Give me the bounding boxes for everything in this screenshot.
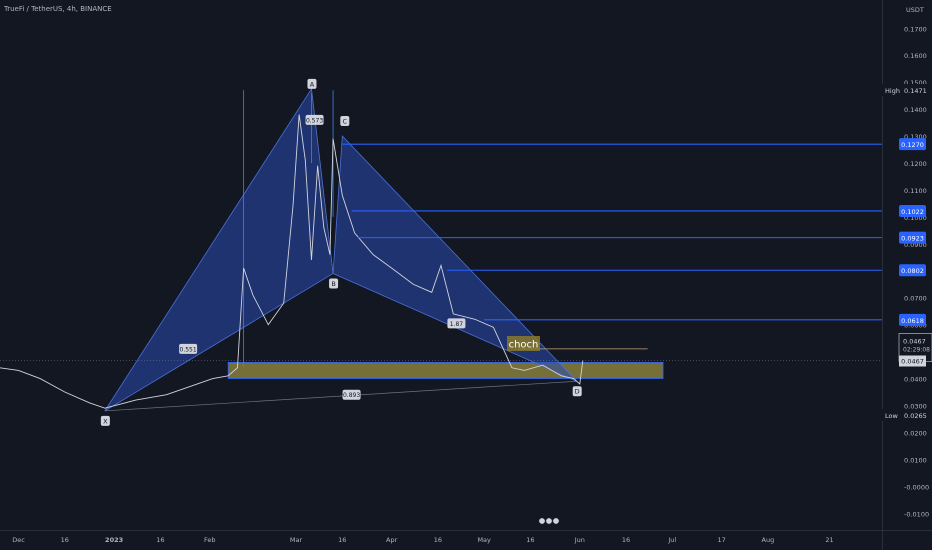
time-tick: Jun (574, 536, 585, 544)
pattern-point-label: A (310, 80, 315, 88)
price-tick: 0.1600 (904, 52, 927, 60)
price-tick: 0.0100 (904, 456, 927, 464)
event-icon (545, 517, 553, 525)
xd-leg (104, 380, 577, 412)
low-value: 0.0265 (904, 412, 927, 420)
time-tick: 16 (61, 536, 69, 544)
time-tick: May (477, 536, 491, 544)
time-tick: 16 (622, 536, 630, 544)
time-tick: 21 (825, 536, 833, 544)
ratio-label: 0.551 (180, 346, 197, 353)
price-tick: -0.0100 (904, 510, 929, 518)
ratio-label: 0.573 (306, 117, 323, 124)
time-tick: 16 (156, 536, 164, 544)
fib-level-label: 0.1022 (901, 208, 924, 216)
price-tick: 0.0200 (904, 429, 927, 437)
time-tick: 16 (338, 536, 346, 544)
time-tick: Dec (12, 536, 25, 544)
time-tick: 16 (434, 536, 442, 544)
price-tick: 0.1400 (904, 106, 927, 114)
fib-level-label: 0.0618 (901, 317, 924, 325)
time-tick: Feb (204, 536, 216, 544)
pattern-point-label: C (343, 118, 348, 126)
pattern-point-label: D (575, 388, 580, 396)
current-price-flag-label: 0.0467 (901, 357, 924, 365)
low-label: Low (885, 412, 898, 420)
ratio-label: 0.893 (343, 392, 360, 399)
fib-level-label: 0.1270 (901, 141, 924, 149)
demand-zone-box (227, 361, 664, 379)
time-tick: Jul (667, 536, 676, 544)
current-price-label: 0.0467 (903, 337, 926, 345)
price-chart[interactable]: choch X A B C D 0.573 0.551 1.87 0.893 0.1700 0.16… (0, 0, 932, 550)
time-tick: Apr (386, 536, 398, 544)
price-axis: 0.17000.16000.15000.14000.13000.12000.11… (904, 6, 929, 518)
fib-level-label: 0.0923 (901, 235, 924, 243)
event-icon (552, 517, 560, 525)
price-tick: 0.1700 (904, 25, 927, 33)
bcd-triangle (332, 135, 577, 382)
ratio-label: 1.87 (450, 321, 464, 328)
price-tick: 0.0400 (904, 376, 927, 384)
price-tick: 0.1200 (904, 160, 927, 168)
high-label: High (885, 87, 900, 95)
time-axis: Dec 16 2023 16 Feb Mar 16 Apr 16 May 16 Jun 16 Jul 17 A… (12, 536, 833, 544)
price-tick: 0.0700 (904, 295, 927, 303)
event-icon (538, 517, 546, 525)
price-tick: -0.0000 (904, 483, 929, 491)
choch-label: choch (509, 340, 539, 351)
high-value: 0.1471 (904, 87, 927, 95)
time-tick: 16 (526, 536, 534, 544)
demand-zone (227, 361, 664, 379)
price-tick: 0.1100 (904, 187, 927, 195)
time-tick: 17 (717, 536, 725, 544)
time-tick: Aug (762, 536, 775, 544)
currency-label: USDT (906, 6, 924, 14)
time-tick: 2023 (105, 536, 123, 544)
fib-level-label: 0.0802 (901, 267, 924, 275)
pattern-point-label: B (331, 280, 335, 288)
countdown-label: 02:29:08 (903, 346, 930, 353)
pattern-point-label: X (103, 417, 108, 425)
time-tick: Mar (290, 536, 303, 544)
